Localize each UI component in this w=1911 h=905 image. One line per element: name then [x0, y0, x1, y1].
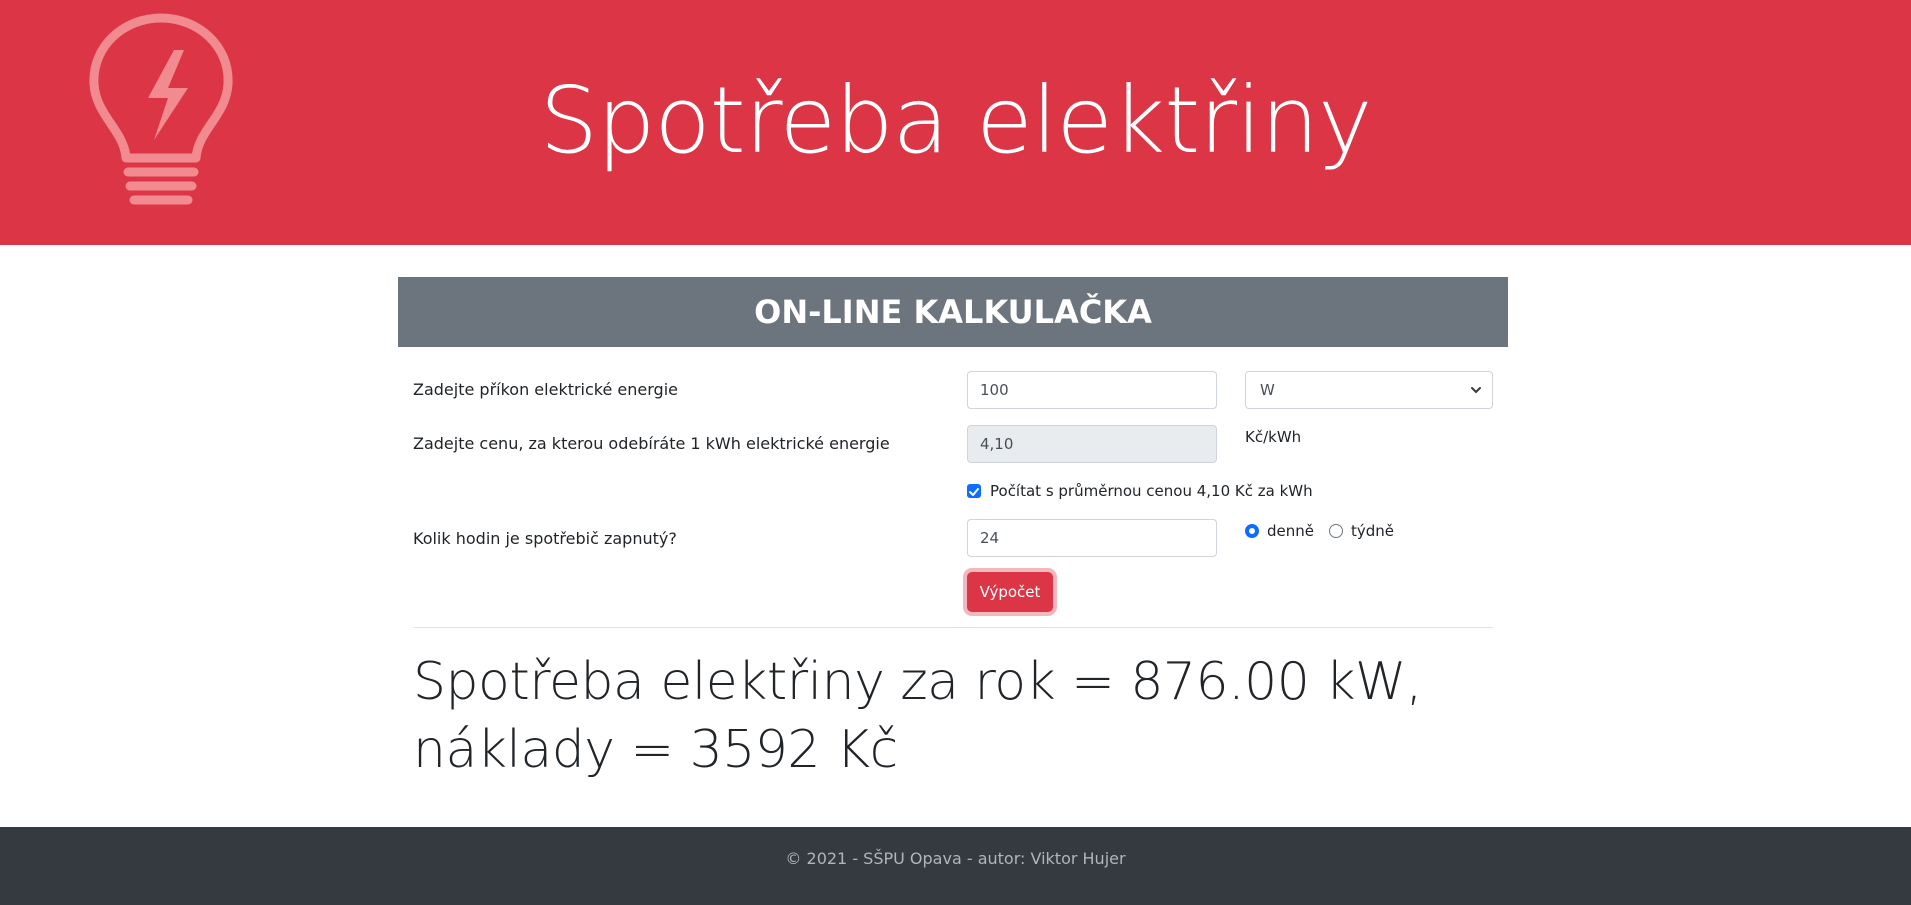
result-text: Spotřeba elektřiny za rok = 876.00 kW, n… — [413, 648, 1493, 784]
calculator-card: ON-LINE KALKULAČKA — [398, 277, 1508, 347]
power-label: Zadejte příkon elektrické energie — [413, 380, 678, 399]
average-price-checkbox[interactable] — [967, 484, 981, 498]
calculate-button[interactable]: Výpočet — [967, 572, 1053, 612]
card-title: ON-LINE KALKULAČKA — [398, 277, 1508, 347]
price-input[interactable]: 4,10 — [967, 425, 1217, 463]
check-icon — [969, 488, 979, 496]
price-label: Zadejte cenu, za kterou odebíráte 1 kWh … — [413, 434, 890, 453]
page-footer: © 2021 - SŠPU Opava - autor: Viktor Huje… — [0, 827, 1911, 905]
price-unit: Kč/kWh — [1245, 428, 1302, 446]
page-title: Spotřeba elektřiny — [539, 67, 1373, 174]
average-price-label: Počítat s průměrnou cenou 4,10 Kč za kWh — [990, 482, 1313, 500]
result-line-1: Spotřeba elektřiny za rok = 876.00 kW, — [413, 652, 1422, 712]
power-unit-select[interactable]: W — [1245, 371, 1493, 409]
radio-weekly-label: týdně — [1351, 522, 1395, 540]
power-unit-value: W — [1260, 381, 1275, 399]
power-input[interactable]: 100 — [967, 371, 1217, 409]
divider — [413, 627, 1493, 628]
hours-input[interactable]: 24 — [967, 519, 1217, 557]
chevron-down-icon — [1471, 387, 1481, 394]
radio-daily[interactable] — [1245, 524, 1259, 538]
page-header: Spotřeba elektřiny — [0, 0, 1911, 245]
radio-weekly[interactable] — [1329, 524, 1343, 538]
hours-label: Kolik hodin je spotřebič zapnutý? — [413, 529, 677, 548]
footer-text: © 2021 - SŠPU Opava - autor: Viktor Huje… — [785, 849, 1126, 868]
radio-daily-label: denně — [1267, 522, 1314, 540]
result-line-2: náklady = 3592 Kč — [413, 720, 898, 780]
